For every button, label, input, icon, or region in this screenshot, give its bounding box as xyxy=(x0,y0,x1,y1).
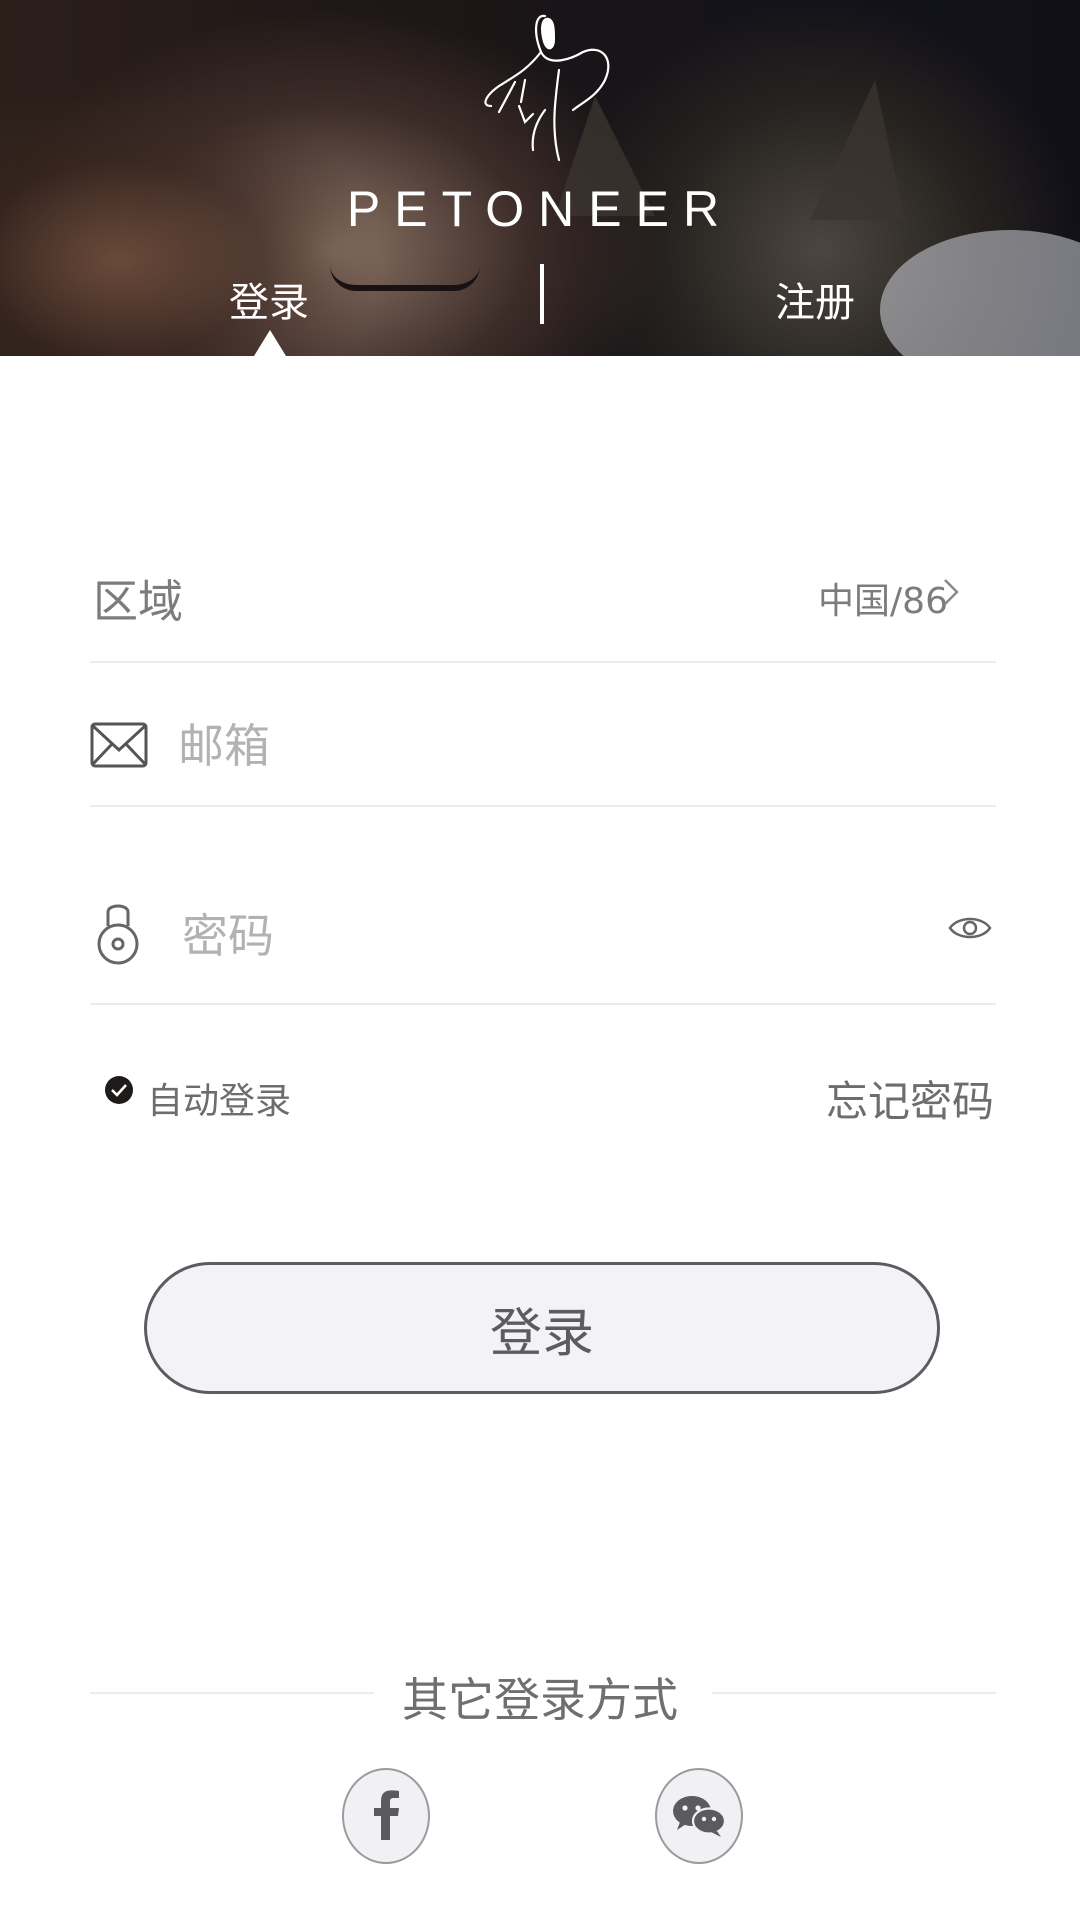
facebook-login-button[interactable] xyxy=(342,1768,430,1864)
check-icon xyxy=(111,1084,127,1097)
password-field[interactable] xyxy=(182,906,882,966)
email-field[interactable] xyxy=(178,716,878,776)
region-label: 区域 xyxy=(93,575,184,628)
field-divider xyxy=(90,661,996,663)
facebook-icon xyxy=(374,1790,399,1840)
wechat-login-button[interactable] xyxy=(655,1768,743,1864)
tab-register[interactable]: 注册 xyxy=(775,270,855,328)
section-divider xyxy=(712,1692,996,1694)
lock-icon xyxy=(97,904,139,965)
eyelash-decoration xyxy=(330,265,480,291)
petoneer-logo-icon xyxy=(484,14,610,162)
mail-icon xyxy=(90,722,148,768)
wechat-icon xyxy=(673,1796,727,1837)
auto-login-label[interactable]: 自动登录 xyxy=(147,1072,291,1124)
forgot-password-link[interactable]: 忘记密码 xyxy=(826,1068,994,1129)
auto-login-checkbox[interactable] xyxy=(105,1076,133,1104)
tab-login[interactable]: 登录 xyxy=(229,270,309,328)
active-tab-indicator xyxy=(254,330,286,356)
eye-icon[interactable] xyxy=(948,913,992,943)
scarf-decoration xyxy=(880,230,1080,356)
field-divider xyxy=(90,1003,996,1005)
field-divider xyxy=(90,805,996,807)
other-login-title: 其它登录方式 xyxy=(402,1673,678,1727)
tab-divider xyxy=(540,264,544,324)
brand-name: PETONEER xyxy=(346,181,734,237)
login-button[interactable]: 登录 xyxy=(144,1262,940,1394)
header-banner: PETONEER 登录 注册 xyxy=(0,0,1080,356)
region-selector[interactable]: 中国/86 xyxy=(818,572,948,624)
chevron-right-icon[interactable] xyxy=(935,572,965,612)
